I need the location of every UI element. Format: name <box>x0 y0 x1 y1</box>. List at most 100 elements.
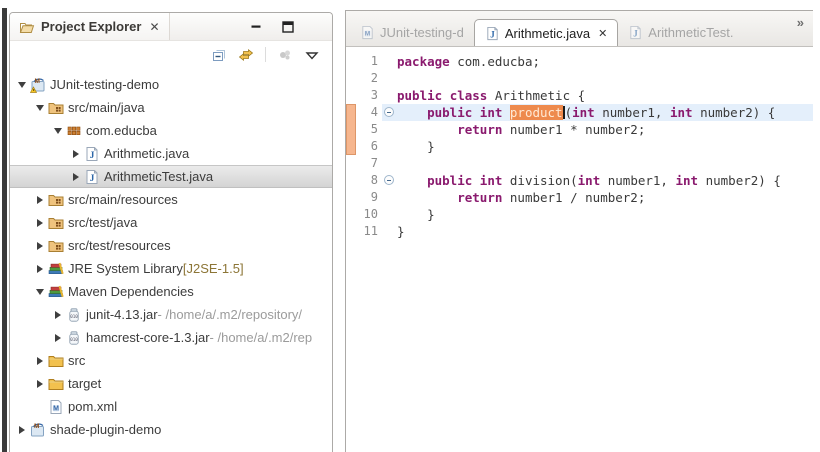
chevron-right-icon[interactable] <box>32 379 47 388</box>
code-line-11[interactable]: 11} <box>346 223 813 240</box>
code-text[interactable]: public int product (int number1, int numb… <box>397 104 813 121</box>
tree-item-src-main-java[interactable]: src/main/java <box>10 96 332 119</box>
tree-item-arithmetictest-java[interactable]: J ArithmeticTest.java <box>10 165 332 188</box>
code-text[interactable]: return number1 / number2; <box>397 189 813 206</box>
maximize-icon[interactable] <box>280 19 296 35</box>
chevron-right-icon[interactable] <box>32 241 47 250</box>
highlighted-occurrence: product <box>509 105 563 120</box>
view-menu-icon[interactable] <box>304 47 320 63</box>
code-text[interactable]: return number1 * number2; <box>397 121 813 138</box>
close-icon[interactable]: ✕ <box>149 20 159 34</box>
tree-item-src[interactable]: src <box>10 349 332 372</box>
tab-overflow-chevron-icon[interactable]: » <box>797 11 807 30</box>
code-line-2[interactable]: 2 <box>346 70 813 87</box>
chevron-right-icon <box>36 218 43 227</box>
collapse-all-icon[interactable] <box>211 47 227 63</box>
tree-item-src-test-resources[interactable]: src/test/resources <box>10 234 332 257</box>
chevron-down-icon[interactable] <box>50 127 65 134</box>
code-line-6[interactable]: 6 } <box>346 138 813 155</box>
code-line-8[interactable]: 8 public int division(int number1, int n… <box>346 172 813 189</box>
chevron-right-icon <box>18 425 25 434</box>
editor-tabbar: M JUnit-testing-d J Arithmetic.java ✕ J Arit… <box>346 11 813 47</box>
fold-margin <box>382 70 397 87</box>
tree-item-maven-dependencies[interactable]: Maven Dependencies <box>10 280 332 303</box>
fold-margin <box>382 138 397 155</box>
code-line-7[interactable]: 7 <box>346 155 813 172</box>
chevron-right-icon[interactable] <box>50 310 65 319</box>
chevron-right-icon[interactable] <box>68 172 83 181</box>
editor-tab-junit-testing-d[interactable]: M JUnit-testing-d <box>350 19 474 46</box>
code-editor[interactable]: 1 package com.educba; 2 3 public class Arith… <box>346 47 813 240</box>
line-number: 2 <box>370 71 378 85</box>
tree-item-pom-xml[interactable]: Mpom.xml <box>10 395 332 418</box>
tree-item-hamcrest-core-1-3-jar[interactable]: 010 hamcrest-core-1.3.jar - /home/a/.m2/r… <box>10 326 332 349</box>
chevron-down-icon[interactable] <box>14 81 29 88</box>
keyword-token: int <box>577 173 601 188</box>
code-token: number1, <box>600 173 676 188</box>
code-token: } <box>397 207 435 222</box>
chevron-down-icon[interactable] <box>32 288 47 295</box>
code-text[interactable]: } <box>397 138 813 155</box>
code-token: com.educba; <box>449 54 540 69</box>
code-text[interactable]: } <box>397 206 813 223</box>
code-text[interactable]: public int division(int number1, int num… <box>397 172 813 189</box>
explorer-header: Project Explorer ✕ <box>10 13 332 41</box>
svg-text:M: M <box>35 78 40 85</box>
chevron-right-icon[interactable] <box>32 264 47 273</box>
editor-tab-label: Arithmetic.java <box>504 25 591 41</box>
code-text[interactable]: package com.educba; <box>397 53 813 70</box>
chevron-right-icon[interactable] <box>32 195 47 204</box>
chevron-down-icon[interactable] <box>32 104 47 111</box>
chevron-right-icon <box>54 310 61 319</box>
svg-text:M: M <box>34 423 39 430</box>
line-number: 3 <box>370 88 378 102</box>
pom-file-icon: M <box>48 399 64 415</box>
collapse-icon[interactable] <box>384 107 394 117</box>
code-text[interactable]: } <box>397 223 813 240</box>
tree-item-junit-4-13-jar[interactable]: 010 junit-4.13.jar - /home/a/.m2/reposito… <box>10 303 332 326</box>
editor-tab-arithmetictest[interactable]: J ArithmeticTest. <box>618 19 743 46</box>
keyword-token: class <box>449 88 488 103</box>
focus-icon[interactable] <box>277 47 293 63</box>
code-line-1[interactable]: 1 package com.educba; <box>346 53 813 70</box>
code-line-10[interactable]: 10 } <box>346 206 813 223</box>
code-line-4[interactable]: 4 public int product (int number1, int nu… <box>346 104 813 121</box>
tree-item-label: src/main/java <box>68 100 145 115</box>
tree-item-src-main-resources[interactable]: src/main/resources <box>10 188 332 211</box>
occurrence-marker <box>346 138 356 155</box>
chevron-right-icon[interactable] <box>32 218 47 227</box>
code-text[interactable] <box>397 155 813 172</box>
link-with-editor-icon[interactable] <box>238 47 254 63</box>
java-file-icon: J <box>628 25 643 40</box>
tree-item-junit-testing-demo[interactable]: M JUnit-testing-demo <box>10 73 332 96</box>
code-token: } <box>397 139 435 154</box>
tree-item-shade-plugin-demo[interactable]: Mshade-plugin-demo <box>10 418 332 441</box>
explorer-view-tab[interactable]: Project Explorer ✕ <box>10 13 170 40</box>
chevron-right-icon[interactable] <box>14 425 29 434</box>
tree-item-jre-system-library[interactable]: JRE System Library [J2SE-1.5] <box>10 257 332 280</box>
chevron-right-icon[interactable] <box>32 356 47 365</box>
code-line-3[interactable]: 3 public class Arithmetic { <box>346 87 813 104</box>
chevron-right-icon[interactable] <box>68 149 83 158</box>
chevron-right-icon[interactable] <box>50 333 65 342</box>
chevron-right-icon <box>36 264 43 273</box>
code-line-9[interactable]: 9 return number1 / number2; <box>346 189 813 206</box>
tree-item-com-educba[interactable]: com.educba <box>10 119 332 142</box>
code-text[interactable] <box>397 70 813 87</box>
occurrence-marker <box>346 104 356 121</box>
collapse-icon[interactable] <box>384 175 394 185</box>
close-icon[interactable]: ✕ <box>598 27 607 40</box>
library-icon <box>48 261 64 277</box>
code-text[interactable]: public class Arithmetic { <box>397 87 813 104</box>
tree-item-src-test-java[interactable]: src/test/java <box>10 211 332 234</box>
code-token: number2) { <box>698 173 781 188</box>
chevron-down-icon <box>35 104 44 111</box>
editor-tab-arithmetic-java[interactable]: J Arithmetic.java ✕ <box>473 19 619 46</box>
tree-item-arithmetic-java[interactable]: J Arithmetic.java <box>10 142 332 165</box>
minimize-icon[interactable] <box>248 19 264 35</box>
editor-area: M JUnit-testing-d J Arithmetic.java ✕ J Arit… <box>345 10 813 452</box>
fold-margin <box>382 189 397 206</box>
code-line-5[interactable]: 5 return number1 * number2; <box>346 121 813 138</box>
tree-item-target[interactable]: target <box>10 372 332 395</box>
